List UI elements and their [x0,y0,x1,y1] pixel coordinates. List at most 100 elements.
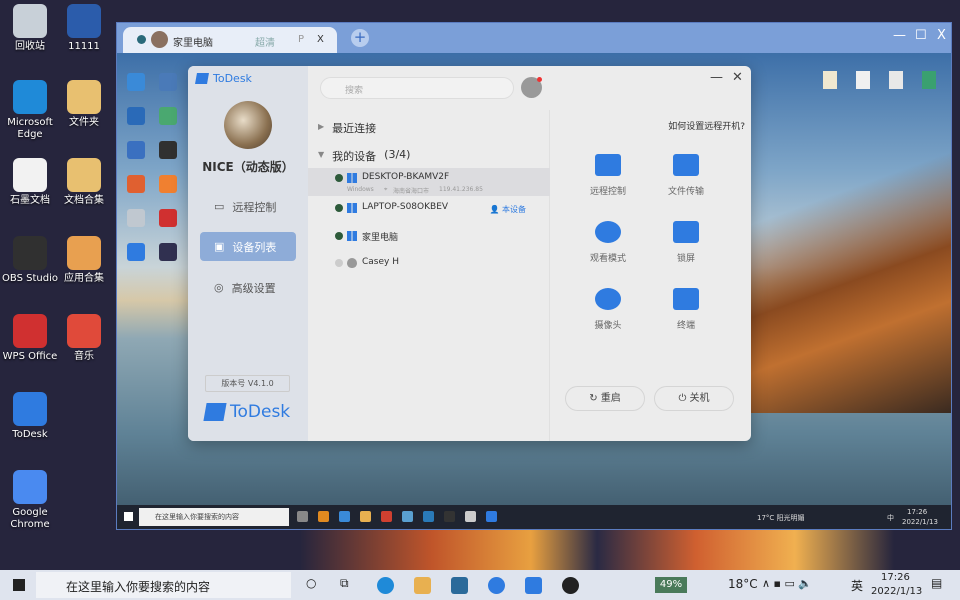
desktop-icon[interactable]: WPS Office [0,314,60,363]
remote-desktop-icon[interactable] [159,141,177,159]
clock-date[interactable]: 2022/1/13 [871,586,922,597]
action-remote-control[interactable]: 远程控制 [573,154,643,197]
obs-taskbar-icon[interactable] [562,577,579,594]
desktop-icon-image [13,314,47,348]
nav-advanced-settings[interactable]: ◎ 高级设置 [200,273,296,302]
remote-desktop-icon[interactable] [127,107,145,125]
action-file-transfer[interactable]: 文件传输 [651,154,721,197]
desktop-icon-label: OBS Studio [2,273,58,284]
remote-desktop-icon[interactable] [159,73,177,91]
group-mine[interactable]: ▼ 我的设备 (3/4) [318,148,410,164]
desktop-icon[interactable]: 文件夹 [54,80,114,129]
task-view-icon[interactable]: ⧉ [340,576,349,591]
device-row[interactable]: DESKTOP-BKAMV2F Windows ⌖ 海南省海口市 119.41.… [308,168,550,196]
shutdown-button[interactable]: ⏻ 关机 [654,386,734,411]
p-button[interactable]: P [298,34,304,45]
remote-desktop-icon[interactable] [127,209,145,227]
action-camera[interactable]: 摄像头 [573,288,643,331]
desktop-icon[interactable]: 回收站 [0,4,60,53]
taskbar-search[interactable]: 在这里输入你要搜索的内容 [36,572,291,598]
remote-desktop-icon[interactable] [127,175,145,193]
nav-device-list[interactable]: ▣ 设备列表 [200,232,296,261]
minimize-button[interactable]: — [893,28,906,43]
close-button[interactable]: X [937,28,946,43]
desktop-icon[interactable]: 文档合集 [54,158,114,207]
remote-taskbar-icon[interactable] [486,511,497,522]
new-tab-button[interactable]: + [351,29,369,47]
desktop-icon[interactable]: Microsoft Edge [0,80,60,141]
action-terminal[interactable]: 终端 [651,288,721,331]
desktop-icon-image [13,236,47,270]
desktop-icon[interactable]: OBS Studio [0,236,60,285]
l-app-taskbar-icon[interactable] [488,577,505,594]
host-taskbar: 在这里输入你要搜索的内容 ○ ⧉ 49% 18°C ∧ ▪ ▭ 🔈 英 17:2… [0,570,960,600]
tray-icons[interactable]: ∧ ▪ ▭ 🔈 [762,577,812,590]
search-input[interactable]: 搜索 [320,77,514,99]
start-icon[interactable] [124,512,133,521]
avatar[interactable] [224,101,272,149]
nav-remote-control[interactable]: ▭ 远程控制 [200,192,296,221]
action-eye[interactable]: 观看模式 [573,221,643,264]
windows-icon [347,231,357,241]
remote-tab[interactable]: 家里电脑 超清 P X [123,27,337,53]
device-row[interactable]: Casey H [308,253,550,279]
remote-desktop-icon[interactable] [159,243,177,261]
tab-title: 家里电脑 [173,38,213,49]
remote-taskbar-icon[interactable] [423,511,434,522]
notification-icon[interactable]: ▤ [931,576,942,590]
remote-search[interactable]: 在这里输入你要搜索的内容 [139,508,289,526]
remote-taskbar-icon[interactable] [318,511,329,522]
monitor-settings-button[interactable] [521,77,542,98]
tab-close-button[interactable]: X [317,34,324,45]
desktop-icon[interactable]: 石墨文档 [0,158,60,207]
close-button[interactable]: ✕ [732,70,743,85]
remote-desktop-icon[interactable] [127,141,145,159]
action-lock[interactable]: 锁屏 [651,221,721,264]
maximize-button[interactable]: ☐ [915,28,927,43]
desktop-icon-image [13,158,47,192]
remote-desktop-icon[interactable] [127,73,145,91]
desktop-icon[interactable]: 应用合集 [54,236,114,285]
monitor-icon: ▭ [214,200,225,213]
remote-desktop-icon[interactable] [922,71,936,89]
remote-taskbar-icon[interactable] [465,511,476,522]
remote-taskbar-icon[interactable] [381,511,392,522]
desktop-icon[interactable]: ToDesk [0,392,60,441]
desktop-icon-image [13,470,47,504]
remote-desktop-icon[interactable] [159,107,177,125]
user-name: NICE（动态版） [202,160,294,174]
status-dot [137,35,146,44]
remote-desktop-icon[interactable] [889,71,903,89]
minimize-button[interactable]: — [710,70,723,85]
remote-taskbar-icon[interactable] [360,511,371,522]
todesk-taskbar-icon[interactable] [525,577,542,594]
remote-taskbar-icon[interactable] [402,511,413,522]
explorer-taskbar-icon[interactable] [414,577,431,594]
remote-taskbar-icon[interactable] [297,511,308,522]
device-row[interactable]: LAPTOP-S08OKBEV 👤 本设备 [308,198,550,224]
device-row[interactable]: 家里电脑 [308,226,550,252]
ime-indicator[interactable]: 英 [851,577,863,594]
remote-desktop-icon[interactable] [127,243,145,261]
remote-desktop-icon[interactable] [823,71,837,89]
store-taskbar-icon[interactable] [451,577,468,594]
remote-taskbar-icon[interactable] [339,511,350,522]
remote-boot-help-link[interactable]: 如何设置远程开机? [668,119,745,132]
remote-desktop-icon[interactable] [159,175,177,193]
desktop-icon[interactable]: 11111 [54,4,114,53]
remote-desktop-icon[interactable] [159,209,177,227]
remote-desktop-icon[interactable] [856,71,870,89]
group-recent[interactable]: ▶ 最近连接 [318,120,376,136]
cortana-icon[interactable]: ○ [306,576,316,590]
desktop-icon[interactable]: Google Chrome [0,470,60,531]
clock-time[interactable]: 17:26 [881,572,910,583]
battery-indicator[interactable]: 49% [655,577,687,593]
start-icon[interactable] [13,579,25,591]
restart-button[interactable]: ↻ 重启 [565,386,645,411]
edge-taskbar-icon[interactable] [377,577,394,594]
weather-widget[interactable]: 18°C [728,577,758,591]
desktop-icon[interactable]: 音乐 [54,314,114,363]
quality-button[interactable]: 超清 [255,34,275,49]
desktop-icon-image [13,392,47,426]
remote-taskbar-icon[interactable] [444,511,455,522]
